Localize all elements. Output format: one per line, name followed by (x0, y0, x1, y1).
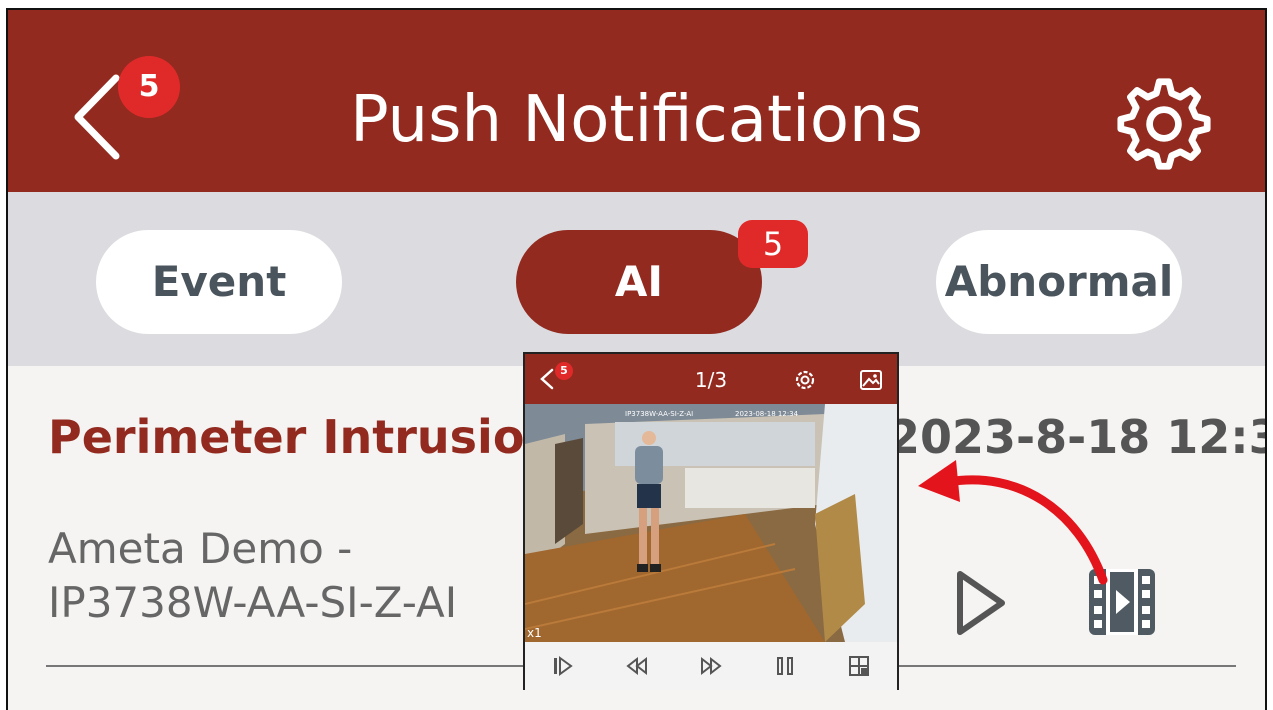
red-arrow-annotation (918, 460, 1108, 585)
tab-ai[interactable]: AI (516, 230, 762, 334)
popup-gear-icon[interactable] (793, 368, 817, 392)
gear-icon[interactable] (1116, 76, 1212, 172)
frame-step-icon[interactable] (551, 654, 575, 678)
device-name-line2: IP3738W-AA-SI-Z-AI (48, 578, 458, 627)
layout-grid-icon[interactable] (847, 654, 871, 678)
playback-controls (525, 642, 897, 690)
camera-snapshot[interactable]: IP3738W-AA-SI-Z-AI 2023-08-18 12:34 (525, 404, 897, 642)
tab-bar: Event AI Abnormal (8, 192, 1265, 366)
image-icon[interactable] (859, 368, 883, 392)
tab-event[interactable]: Event (96, 230, 342, 334)
notification-title: Perimeter Intrusion (48, 410, 558, 464)
popup-counter: 1/3 (694, 368, 728, 392)
rewind-icon[interactable] (625, 654, 649, 678)
page-title: Push Notifications (350, 83, 923, 157)
device-name-line1: Ameta Demo - (48, 524, 353, 573)
playback-popup: 5 1/3 IP3738W-AA-SI-Z-AI 2023-08-18 12:3… (523, 352, 899, 690)
popup-header: 5 1/3 (525, 354, 897, 404)
ai-tab-badge: 5 (738, 220, 808, 268)
playback-speed: x1 (527, 626, 542, 640)
device-name: Ameta Demo - IP3738W-AA-SI-Z-AI (48, 522, 528, 630)
header-bar: 5 Push Notifications (8, 10, 1265, 192)
camera-overlay-text: IP3738W-AA-SI-Z-AI (625, 410, 693, 418)
app-screen: 5 Push Notifications Event AI Abnormal 5… (6, 8, 1267, 710)
fast-forward-icon[interactable] (699, 654, 723, 678)
date-overlay-text: 2023-08-18 12:34 (735, 410, 799, 418)
tab-abnormal[interactable]: Abnormal (936, 230, 1182, 334)
pause-icon[interactable] (773, 654, 797, 678)
